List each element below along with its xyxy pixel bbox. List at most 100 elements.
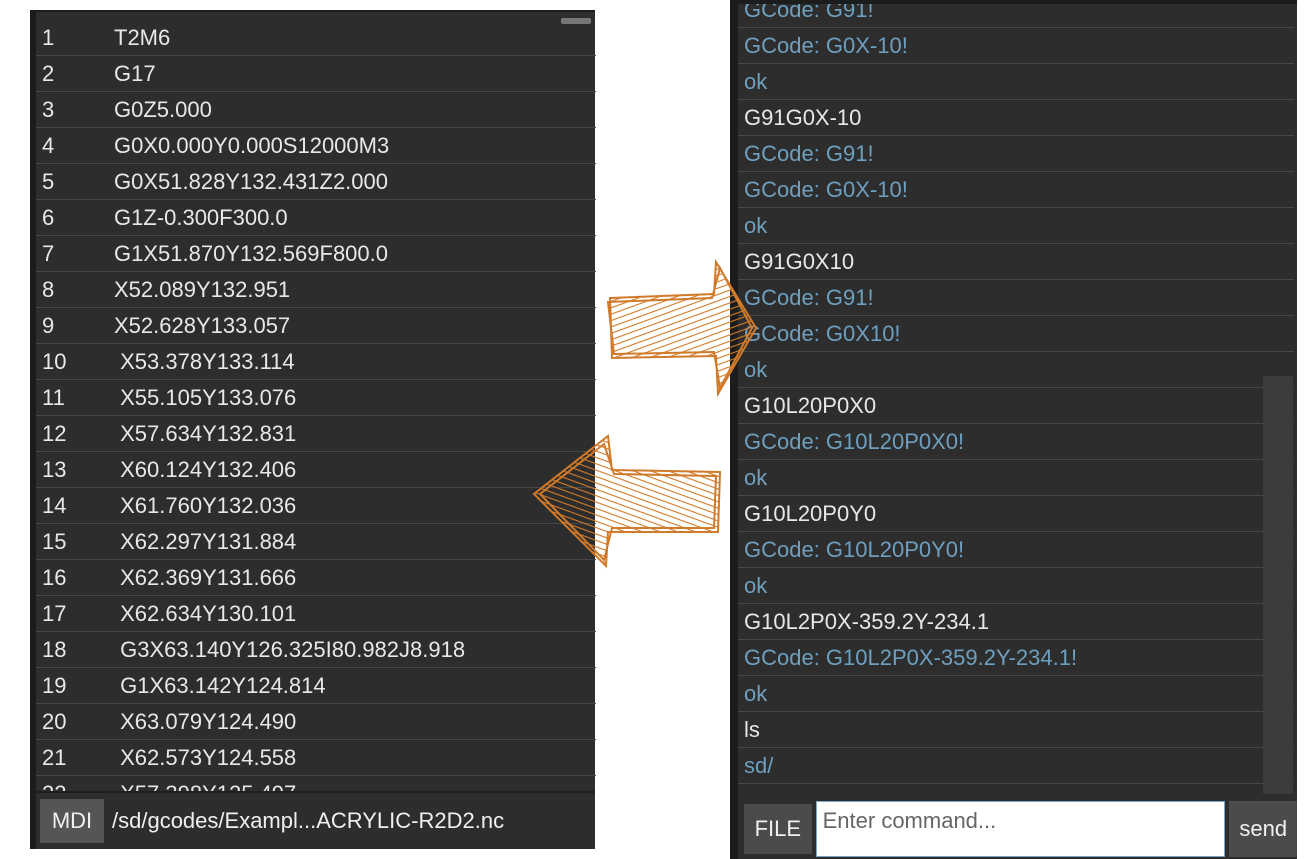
gcode-line-code: G1Z-0.300F300.0 [114, 204, 288, 230]
gcode-line-number: 3 [42, 96, 55, 122]
sketch-arrow-left-icon [532, 434, 722, 569]
gcode-line-code: G1X63.142Y124.814 [114, 672, 326, 698]
console-response-line: GCode: G0X-10! [738, 172, 1294, 208]
gcode-line-number: 5 [42, 168, 55, 194]
console-command-line: G10L20P0X0 [738, 388, 1294, 424]
gcode-line-number: 9 [42, 312, 55, 338]
gcode-viewer-footer: MDI /sd/gcodes/Exampl...ACRYLIC-R2D2.nc [36, 791, 595, 849]
gcode-line-row[interactable]: 5 G0X51.828Y132.431Z2.000 [36, 164, 596, 200]
gcode-line-number: 1 [42, 24, 55, 50]
gcode-line-row[interactable]: 15 X62.297Y131.884 [36, 524, 596, 560]
gcode-line-code: X62.297Y131.884 [114, 528, 297, 554]
console-response-line: ok [738, 64, 1294, 100]
console-response-line: GCode: G91! [738, 4, 1294, 28]
gcode-line-row[interactable]: 1 T2M6 [36, 20, 596, 56]
gcode-line-code: G0Z5.000 [114, 96, 212, 122]
gcode-line-code: X60.124Y132.406 [114, 456, 297, 482]
console-response-line: ok [738, 568, 1294, 604]
console-response-line: GCode: G10L20P0Y0! [738, 532, 1294, 568]
gcode-line-number: 10 [42, 348, 67, 374]
gcode-line-row[interactable]: 16 X62.369Y131.666 [36, 560, 596, 596]
sketch-arrow-right-icon [606, 258, 758, 398]
gcode-line-row[interactable]: 22 X57.398Y125.497 [36, 776, 596, 793]
console-footer: FILE send [738, 799, 1298, 859]
console-panel: GCode: G91! GCode: G0X-10! ok G91G0X-10 GCod… [730, 0, 1298, 859]
gcode-line-list[interactable]: 1 T2M6 2 G17 3 G0Z5.000 4 G0X0.000Y0.000S12000M… [36, 20, 596, 792]
console-response-line: GCode: G10L20P0X0! [738, 424, 1294, 460]
gcode-line-code: X53.378Y133.114 [114, 348, 295, 374]
gcode-line-code: G3X63.140Y126.325I80.982J8.918 [114, 636, 466, 662]
console-output[interactable]: GCode: G91! GCode: G0X-10! ok G91G0X-10 GCod… [738, 4, 1294, 800]
gcode-line-code: X52.628Y133.057 [114, 312, 291, 338]
gcode-line-row[interactable]: 6 G1Z-0.300F300.0 [36, 200, 596, 236]
gcode-line-row[interactable]: 20 X63.079Y124.490 [36, 704, 596, 740]
gcode-line-row[interactable]: 14 X61.760Y132.036 [36, 488, 596, 524]
console-response-line: GCode: G0X10! [738, 316, 1294, 352]
gcode-line-row[interactable]: 10 X53.378Y133.114 [36, 344, 596, 380]
gcode-viewer-panel: 1 T2M6 2 G17 3 G0Z5.000 4 G0X0.000Y0.000S12000M… [30, 10, 596, 849]
gcode-line-code: G1X51.870Y132.569F800.0 [114, 240, 389, 266]
console-scrollbar[interactable] [1263, 376, 1293, 794]
gcode-line-row[interactable]: 3 G0Z5.000 [36, 92, 596, 128]
gcode-line-row[interactable]: 2 G17 [36, 56, 596, 92]
mdi-button[interactable]: MDI [40, 799, 104, 843]
gcode-line-number: 21 [42, 744, 67, 770]
gcode-line-number: 6 [42, 204, 55, 230]
console-response-line: ok [738, 676, 1294, 712]
console-response-line: GCode: G91! [738, 136, 1294, 172]
gcode-line-code: X62.573Y124.558 [114, 744, 297, 770]
gcode-line-row[interactable]: 19 G1X63.142Y124.814 [36, 668, 596, 704]
console-command-line: G10L20P0Y0 [738, 496, 1294, 532]
gcode-line-number: 17 [42, 600, 67, 626]
gcode-line-code: G17 [114, 60, 156, 86]
gcode-line-number: 11 [42, 384, 65, 410]
gcode-line-number: 20 [42, 708, 67, 734]
console-response-line: ok [738, 208, 1294, 244]
gcode-line-code: X55.105Y133.076 [114, 384, 297, 410]
gcode-line-row[interactable]: 9 X52.628Y133.057 [36, 308, 596, 344]
gcode-line-row[interactable]: 21 X62.573Y124.558 [36, 740, 596, 776]
console-response-line: GCode: G10L2P0X-359.2Y-234.1! [738, 640, 1294, 676]
gcode-line-number: 14 [42, 492, 67, 518]
gcode-line-row[interactable]: 13 X60.124Y132.406 [36, 452, 596, 488]
gcode-line-code: X52.089Y132.951 [114, 276, 291, 302]
console-response-line: ok [738, 352, 1294, 388]
gcode-list-scrollbar[interactable] [561, 18, 591, 24]
gcode-line-row[interactable]: 4 G0X0.000Y0.000S12000M3 [36, 128, 596, 164]
console-command-line: G10L2P0X-359.2Y-234.1 [738, 604, 1294, 640]
gcode-line-number: 15 [42, 528, 67, 554]
gcode-line-row[interactable]: 8 X52.089Y132.951 [36, 272, 596, 308]
gcode-line-row[interactable]: 18 G3X63.140Y126.325I80.982J8.918 [36, 632, 596, 668]
gcode-line-number: 7 [42, 240, 55, 266]
console-response-line: ok [738, 460, 1294, 496]
gcode-line-code: X62.369Y131.666 [114, 564, 297, 590]
gcode-line-row[interactable]: 7 G1X51.870Y132.569F800.0 [36, 236, 596, 272]
command-input[interactable] [815, 801, 1226, 857]
gcode-line-code: G0X0.000Y0.000S12000M3 [114, 132, 390, 158]
gcode-line-code: X61.760Y132.036 [114, 492, 297, 518]
console-response-line: GCode: G91! [738, 280, 1294, 316]
gcode-line-row[interactable]: 11 X55.105Y133.076 [36, 380, 596, 416]
console-command-line: G91G0X-10 [738, 100, 1294, 136]
send-button[interactable]: send [1229, 801, 1298, 857]
console-command-line: G91G0X10 [738, 244, 1294, 280]
console-response-line: GCode: G0X-10! [738, 28, 1294, 64]
gcode-line-code: X63.079Y124.490 [114, 708, 297, 734]
gcode-line-row[interactable]: 17 X62.634Y130.101 [36, 596, 596, 632]
gcode-line-code: X62.634Y130.101 [114, 600, 297, 626]
gcode-line-number: 16 [42, 564, 67, 590]
gcode-line-number: 18 [42, 636, 67, 662]
console-lines: GCode: G91! GCode: G0X-10! ok G91G0X-10 GCod… [738, 4, 1294, 784]
gcode-line-number: 2 [42, 60, 55, 86]
gcode-line-number: 19 [42, 672, 67, 698]
gcode-line-row[interactable]: 12 X57.634Y132.831 [36, 416, 596, 452]
console-response-line: sd/ [738, 748, 1294, 784]
gcode-line-code: X57.634Y132.831 [114, 420, 297, 446]
file-button[interactable]: FILE [744, 804, 812, 854]
console-command-line: ls [738, 712, 1294, 748]
gcode-line-number: 8 [42, 276, 55, 302]
gcode-line-number: 4 [42, 132, 55, 158]
file-path-label: /sd/gcodes/Exampl...ACRYLIC-R2D2.nc [112, 808, 505, 833]
gcode-line-number: 12 [42, 420, 67, 446]
gcode-line-number: 13 [42, 456, 67, 482]
